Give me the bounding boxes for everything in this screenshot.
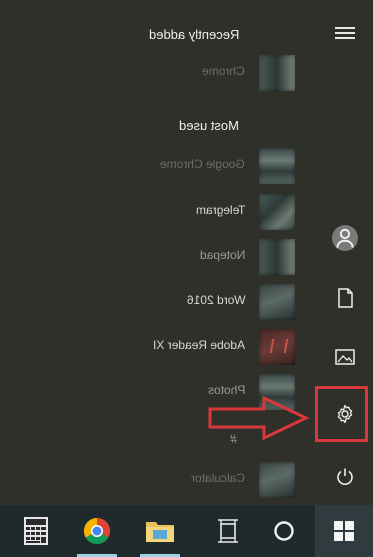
start-button[interactable] bbox=[315, 505, 373, 557]
power-button[interactable] bbox=[317, 453, 373, 501]
app-tile-icon bbox=[259, 462, 295, 498]
list-item[interactable]: Google Chrome bbox=[0, 143, 317, 189]
windows-start-icon bbox=[334, 521, 354, 541]
list-item[interactable]: Word 2016 bbox=[0, 279, 317, 325]
app-tile-icon bbox=[259, 194, 295, 230]
list-item[interactable]: Calculator bbox=[0, 457, 317, 503]
taskbar-file-explorer[interactable] bbox=[134, 505, 186, 557]
list-item[interactable]: Notepad bbox=[0, 234, 317, 280]
app-tile-icon bbox=[259, 284, 295, 320]
taskbar bbox=[0, 505, 373, 557]
taskbar-chrome[interactable] bbox=[71, 505, 123, 557]
hamburger-icon[interactable] bbox=[317, 9, 373, 57]
most-used-header: Most used bbox=[179, 118, 239, 133]
adobe-reader-icon bbox=[259, 329, 295, 365]
app-label: Telegram bbox=[195, 203, 245, 217]
app-label: Adobe Reader XI bbox=[152, 338, 245, 352]
list-item[interactable]: Adobe Reader XI bbox=[0, 324, 317, 370]
taskbar-calculator[interactable] bbox=[10, 505, 62, 557]
app-label: Chrome bbox=[202, 64, 245, 78]
app-tile-icon bbox=[259, 239, 295, 275]
pictures-button[interactable] bbox=[317, 333, 373, 381]
app-label: Word 2016 bbox=[186, 293, 245, 307]
task-view-icon bbox=[218, 519, 238, 543]
app-tile-icon bbox=[259, 148, 295, 184]
documents-button[interactable] bbox=[317, 274, 373, 322]
power-icon bbox=[337, 468, 353, 485]
annotation-highlight-box bbox=[315, 386, 368, 442]
taskbar-cortana[interactable] bbox=[258, 505, 310, 557]
taskbar-task-view[interactable] bbox=[202, 505, 254, 557]
document-icon bbox=[338, 288, 353, 308]
app-label: Google Chrome bbox=[160, 157, 245, 171]
pictures-icon bbox=[335, 349, 355, 365]
list-item[interactable]: Telegram bbox=[0, 189, 317, 235]
user-icon bbox=[332, 225, 358, 251]
user-account-button[interactable] bbox=[317, 214, 373, 262]
cortana-icon bbox=[274, 521, 294, 541]
file-explorer-icon bbox=[146, 522, 174, 542]
recently-added-header: Recently added bbox=[148, 27, 239, 42]
chrome-icon bbox=[83, 517, 111, 545]
start-menu: Recently added Chrome Most used Google C… bbox=[0, 0, 373, 505]
calculator-icon bbox=[24, 517, 48, 545]
app-tile-icon bbox=[259, 55, 295, 91]
app-label: Calculator bbox=[190, 471, 245, 485]
list-item[interactable]: Chrome bbox=[0, 50, 317, 96]
annotation-arrow-icon bbox=[208, 395, 310, 441]
app-label: Notepad bbox=[199, 248, 245, 262]
